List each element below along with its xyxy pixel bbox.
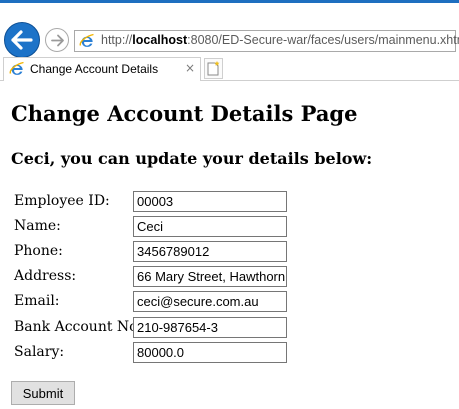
tab-change-account-details[interactable]: Change Account Details × [3,57,201,81]
address-label: Address: [14,268,77,284]
submit-button[interactable]: Submit [11,381,75,405]
bank-account-label: Bank Account No [14,319,138,335]
address-row: Address: [11,266,451,288]
bank-account-field[interactable] [133,317,287,338]
forward-button[interactable] [45,28,69,52]
salary-field[interactable] [133,342,287,363]
ie-page-icon [79,33,94,47]
browser-chrome: http://localhost:8080/ED-Secure-war/face… [0,0,459,82]
phone-field[interactable] [133,241,287,262]
name-field[interactable] [133,216,287,237]
email-row: Email: [11,291,451,313]
tab-title: Change Account Details [30,62,159,76]
new-tab-icon [207,61,220,76]
name-row: Name: [11,216,451,238]
employee-id-row: Employee ID: [11,191,451,213]
email-field[interactable] [133,291,287,312]
window-top-border [0,0,459,3]
page-subtitle: Ceci, you can update your details below: [11,149,373,168]
name-label: Name: [14,218,61,234]
phone-label: Phone: [14,243,63,259]
back-arrow-icon [11,30,33,50]
new-tab-button[interactable] [204,58,223,79]
back-button[interactable] [4,22,40,58]
tab-strip: Change Account Details × [0,56,459,81]
url-text[interactable]: http://localhost:8080/ED-Secure-war/face… [101,33,459,47]
address-bar[interactable]: http://localhost:8080/ED-Secure-war/face… [74,30,459,52]
page-title: Change Account Details Page [11,101,358,126]
phone-row: Phone: [11,241,451,263]
forward-arrow-icon [51,34,64,47]
employee-id-field[interactable] [133,191,287,212]
tab-close-icon[interactable]: × [185,61,195,75]
ie-tab-icon [9,61,24,75]
employee-id-label: Employee ID: [14,193,110,209]
email-label: Email: [14,293,60,309]
bank-account-row: Bank Account No [11,317,451,339]
salary-row: Salary: [11,342,451,364]
address-field[interactable] [133,266,287,287]
salary-label: Salary: [14,344,65,360]
